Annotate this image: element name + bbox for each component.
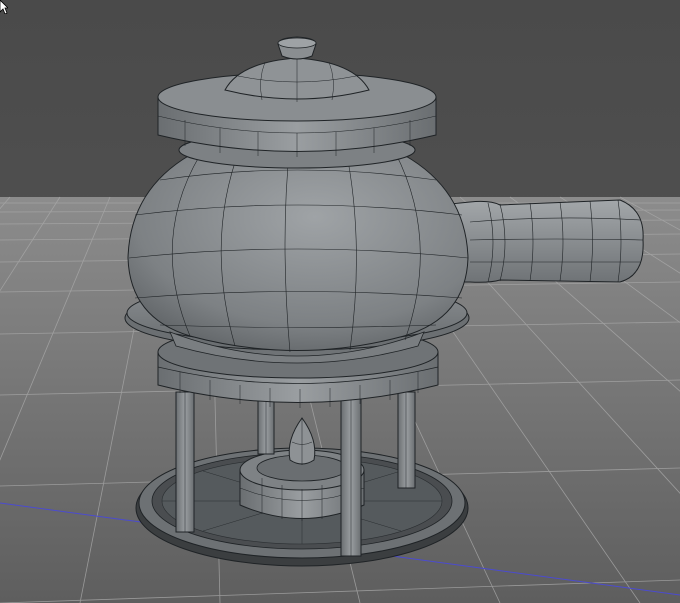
lid-knob[interactable] xyxy=(277,36,317,60)
resize-arrow-icon xyxy=(0,0,8,14)
3d-viewport[interactable] xyxy=(0,0,680,603)
pot-handle[interactable] xyxy=(439,199,644,283)
pot-body[interactable] xyxy=(127,131,469,353)
viewport-canvas[interactable] xyxy=(0,0,680,603)
